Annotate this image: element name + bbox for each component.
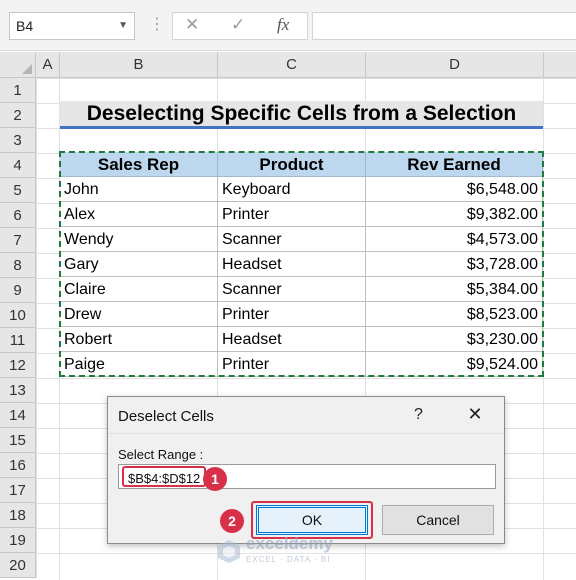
- cell-product[interactable]: Scanner: [218, 277, 366, 302]
- row-header-1[interactable]: 1: [0, 78, 36, 103]
- cell-product[interactable]: Scanner: [218, 227, 366, 252]
- range-value: $B$4:$D$12: [122, 466, 207, 487]
- exceldemy-logo-icon: [218, 540, 240, 563]
- cell-sales-rep[interactable]: Alex: [60, 202, 218, 227]
- cell-sales-rep[interactable]: Claire: [60, 277, 218, 302]
- header-rev-earned[interactable]: Rev Earned: [366, 152, 543, 177]
- cell-sales-rep[interactable]: Robert: [60, 327, 218, 352]
- select-all-triangle-icon: [22, 64, 32, 74]
- row-header-19[interactable]: 19: [0, 528, 36, 553]
- watermark-tagline: EXCEL · DATA · BI: [246, 555, 331, 564]
- cell-sales-rep[interactable]: John: [60, 177, 218, 202]
- header-sales-rep[interactable]: Sales Rep: [60, 152, 218, 177]
- cell-product[interactable]: Printer: [218, 202, 366, 227]
- row-header-11[interactable]: 11: [0, 328, 36, 353]
- header-product[interactable]: Product: [218, 152, 366, 177]
- select-all-corner[interactable]: [0, 52, 36, 78]
- name-box[interactable]: B4 ▼: [9, 12, 135, 40]
- row-header-9[interactable]: 9: [0, 278, 36, 303]
- help-icon[interactable]: ?: [414, 406, 423, 424]
- cell-rev-earned[interactable]: $3,728.00: [366, 252, 543, 277]
- row-header-14[interactable]: 14: [0, 403, 36, 428]
- insert-function-icon[interactable]: fx: [277, 15, 289, 35]
- row-header-17[interactable]: 17: [0, 478, 36, 503]
- grid-line: [543, 78, 544, 580]
- row-header-2[interactable]: 2: [0, 103, 36, 128]
- formula-input[interactable]: [312, 12, 576, 40]
- cell-rev-earned[interactable]: $9,382.00: [366, 202, 543, 227]
- row-header-5[interactable]: 5: [0, 178, 36, 203]
- row-header-16[interactable]: 16: [0, 453, 36, 478]
- sheet-title[interactable]: Deselecting Specific Cells from a Select…: [60, 101, 543, 126]
- row-header-15[interactable]: 15: [0, 428, 36, 453]
- formula-bar: B4 ▼ ⋮ ✕ ✓ fx: [0, 0, 576, 51]
- row-header-12[interactable]: 12: [0, 353, 36, 378]
- row-header-18[interactable]: 18: [0, 503, 36, 528]
- cancel-button[interactable]: Cancel: [382, 505, 494, 535]
- ok-button[interactable]: OK: [256, 505, 368, 535]
- chevron-down-icon[interactable]: ▼: [118, 13, 128, 39]
- cell-rev-earned[interactable]: $3,230.00: [366, 327, 543, 352]
- step-badge-2: 2: [220, 509, 244, 533]
- dialog-divider: [108, 433, 504, 434]
- select-range-input[interactable]: $B$4:$D$12: [118, 464, 496, 489]
- column-header-e[interactable]: [544, 52, 576, 78]
- cell-sales-rep[interactable]: Wendy: [60, 227, 218, 252]
- cell-rev-earned[interactable]: $6,548.00: [366, 177, 543, 202]
- cell-product[interactable]: Headset: [218, 327, 366, 352]
- cell-rev-earned[interactable]: $8,523.00: [366, 302, 543, 327]
- cell-rev-earned[interactable]: $9,524.00: [366, 352, 543, 377]
- exceldemy-watermark: exceldemy EXCEL · DATA · BI: [216, 534, 366, 576]
- row-header-13[interactable]: 13: [0, 378, 36, 403]
- deselect-cells-dialog: Deselect Cells ? ✕ Select Range : $B$4:$…: [107, 396, 505, 544]
- cell-rev-earned[interactable]: $4,573.00: [366, 227, 543, 252]
- row-header-3[interactable]: 3: [0, 128, 36, 153]
- row-header-4[interactable]: 4: [0, 153, 36, 178]
- column-header-b[interactable]: B: [60, 52, 218, 78]
- confirm-entry-icon[interactable]: ✓: [231, 15, 245, 35]
- column-header-d[interactable]: D: [366, 52, 544, 78]
- step-badge-1: 1: [203, 467, 227, 491]
- cell-rev-earned[interactable]: $5,384.00: [366, 277, 543, 302]
- cell-sales-rep[interactable]: Gary: [60, 252, 218, 277]
- cell-product[interactable]: Printer: [218, 352, 366, 377]
- formula-buttons: ✕ ✓ fx: [172, 12, 308, 40]
- cell-product[interactable]: Headset: [218, 252, 366, 277]
- watermark-name: exceldemy: [246, 534, 333, 553]
- cell-product[interactable]: Printer: [218, 302, 366, 327]
- title-underline: [60, 126, 543, 129]
- dialog-title: Deselect Cells: [118, 408, 214, 425]
- more-options-icon[interactable]: ⋮: [149, 14, 165, 34]
- cell-sales-rep[interactable]: Paige: [60, 352, 218, 377]
- row-header-6[interactable]: 6: [0, 203, 36, 228]
- name-box-value: B4: [16, 18, 34, 34]
- close-icon[interactable]: ✕: [464, 403, 486, 425]
- cancel-entry-icon[interactable]: ✕: [185, 15, 199, 35]
- cell-sales-rep[interactable]: Drew: [60, 302, 218, 327]
- row-header-7[interactable]: 7: [0, 228, 36, 253]
- column-header-c[interactable]: C: [218, 52, 366, 78]
- row-header-10[interactable]: 10: [0, 303, 36, 328]
- row-header-8[interactable]: 8: [0, 253, 36, 278]
- select-range-label: Select Range :: [118, 447, 204, 462]
- row-header-20[interactable]: 20: [0, 553, 36, 578]
- column-header-a[interactable]: A: [36, 52, 60, 78]
- cell-product[interactable]: Keyboard: [218, 177, 366, 202]
